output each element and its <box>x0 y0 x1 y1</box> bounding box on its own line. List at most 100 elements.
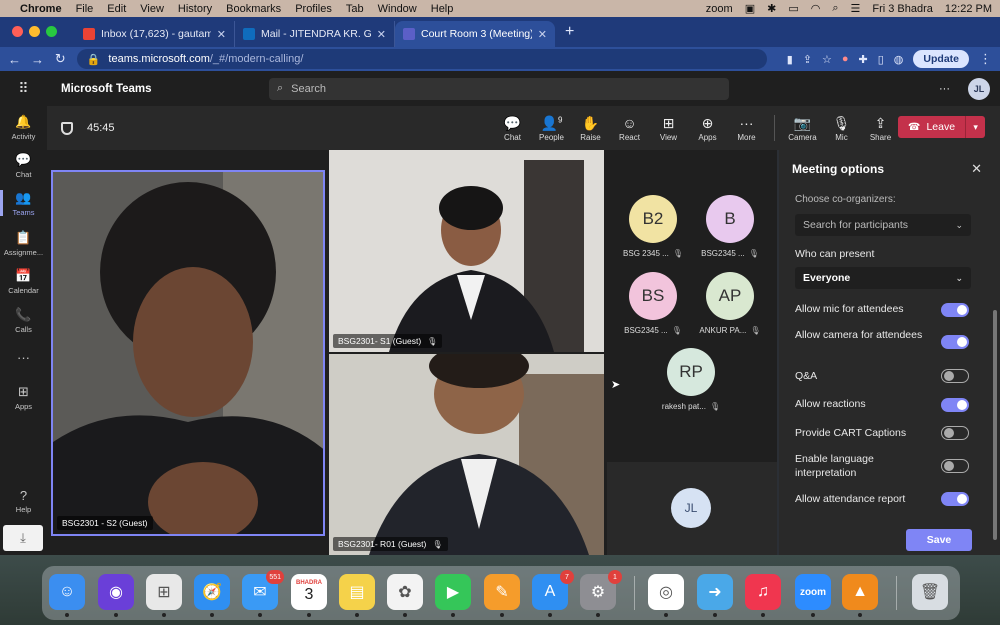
mic-button[interactable]: 🎙 Mic <box>822 115 861 142</box>
more-button[interactable]: ··· More <box>727 115 766 142</box>
video-tile-s1[interactable]: BSG2301- S1 (Guest) 🎙 <box>329 150 604 352</box>
participant-rp[interactable]: RP rakesh pat... 🎙 <box>656 348 726 411</box>
menu-app-name[interactable]: Chrome <box>20 3 62 15</box>
tab-gmail[interactable]: Inbox (17,623) - gautam.jitendr ✕ <box>75 21 235 47</box>
menu-edit[interactable]: Edit <box>107 3 126 15</box>
leave-button[interactable]: ☎ Leave <box>898 116 966 138</box>
close-icon[interactable]: ✕ <box>971 161 982 177</box>
zoom-status[interactable]: zoom <box>706 3 733 15</box>
react-button[interactable]: ☺ React <box>610 115 649 142</box>
system-preferences-icon[interactable]: ⚙ 1 <box>580 570 622 617</box>
back-icon[interactable]: ← <box>8 52 21 67</box>
share-page-icon[interactable]: ⇪ <box>803 53 812 66</box>
people-button[interactable]: 👤9 People <box>532 115 571 142</box>
search-input[interactable]: ⌕ Search <box>269 77 729 100</box>
menu-view[interactable]: View <box>140 3 164 15</box>
menu-file[interactable]: File <box>76 3 94 15</box>
zoom-icon[interactable]: zoom <box>795 574 831 617</box>
menu-help[interactable]: Help <box>431 3 454 15</box>
close-window-icon[interactable] <box>12 26 23 37</box>
rail-activity[interactable]: 🔔 Activity <box>0 114 47 141</box>
menu-tab[interactable]: Tab <box>346 3 364 15</box>
video-tile-s2[interactable]: BSG2301 - S2 (Guest) <box>51 170 325 536</box>
bookmark-star-icon[interactable]: ☆ <box>822 53 832 66</box>
panel-scrollbar[interactable] <box>993 310 997 540</box>
reload-icon[interactable]: ↻ <box>54 51 67 67</box>
menu-window[interactable]: Window <box>378 3 417 15</box>
participant-b[interactable]: B BSG2345 ... 🎙 <box>695 195 765 258</box>
rail-calls[interactable]: 📞 Calls <box>0 307 47 334</box>
profile-icon[interactable]: ◍ <box>894 53 904 66</box>
pages-icon[interactable]: ✎ <box>484 574 520 617</box>
save-button[interactable]: Save <box>906 529 972 551</box>
toggle-language-interpretation[interactable] <box>941 459 969 473</box>
adblock-icon[interactable]: ● <box>842 53 849 65</box>
menu-date[interactable]: Fri 3 Bhadra <box>872 3 933 15</box>
toggle-allow-reactions[interactable] <box>941 398 969 412</box>
shield-icon[interactable] <box>61 121 73 135</box>
participants-search-dropdown[interactable]: Search for participants ⌄ <box>795 214 971 236</box>
toggle-allow-camera[interactable] <box>941 335 969 349</box>
update-button[interactable]: Update <box>913 50 969 68</box>
toggle-allow-mic[interactable] <box>941 303 969 317</box>
mail-icon[interactable]: ✉ 551 <box>242 570 284 617</box>
more-options-icon[interactable]: ··· <box>939 83 950 95</box>
rail-teams[interactable]: 👥 Teams <box>0 190 47 217</box>
camera-indicator-icon[interactable]: ▮ <box>787 53 793 66</box>
facetime-icon[interactable]: ▶ <box>435 574 471 617</box>
tab-teams-meeting[interactable]: Court Room 3 (Meeting) | Mi ✕ <box>395 21 555 47</box>
app-launcher-icon[interactable]: ⠿ <box>0 80 47 97</box>
rail-more[interactable]: ··· <box>0 350 47 367</box>
music-icon[interactable]: ♫ <box>745 574 781 617</box>
menu-history[interactable]: History <box>178 3 212 15</box>
self-preview[interactable]: JL <box>607 462 777 555</box>
forward-icon[interactable]: → <box>31 52 44 67</box>
vlc-icon[interactable]: ▲ <box>842 574 878 617</box>
menu-bookmarks[interactable]: Bookmarks <box>226 3 281 15</box>
view-button[interactable]: ⊞ View <box>649 115 688 142</box>
participant-b2[interactable]: B2 BSG 2345 ... 🎙 <box>618 195 688 258</box>
rail-calendar[interactable]: 📅 Calendar <box>0 268 47 295</box>
rail-assignments[interactable]: 📋 Assignme... <box>0 230 47 257</box>
search-icon[interactable]: ⌕ <box>832 2 838 15</box>
camera-button[interactable]: 📷 Camera <box>783 115 822 142</box>
calendar-icon[interactable]: BHADRA 3 <box>291 574 327 617</box>
participant-bs[interactable]: BS BSG2345 ... 🎙 <box>618 272 688 335</box>
who-can-present-dropdown[interactable]: Everyone ⌄ <box>795 267 971 289</box>
video-tile-r01[interactable]: BSG2301- R01 (Guest) 🎙 <box>329 354 604 555</box>
menu-profiles[interactable]: Profiles <box>295 3 332 15</box>
download-icon[interactable]: ⤓ <box>3 525 43 551</box>
siri-icon[interactable]: ◉ <box>98 574 134 617</box>
chrome-menu-icon[interactable]: ⋮ <box>979 51 992 67</box>
close-tab-icon[interactable]: ✕ <box>538 28 547 41</box>
rail-chat[interactable]: 💬 Chat <box>0 152 47 179</box>
share-button[interactable]: ⇪ Share <box>861 115 900 142</box>
lock-icon[interactable]: 🔒 <box>87 53 101 66</box>
close-tab-icon[interactable]: ✕ <box>217 28 226 41</box>
avatar[interactable]: JL <box>968 77 990 100</box>
zoom-window-icon[interactable] <box>46 26 57 37</box>
chat-button[interactable]: 💬 Chat <box>493 115 532 142</box>
apps-button[interactable]: ⊕ Apps <box>688 115 727 142</box>
url-field[interactable]: 🔒 teams.microsoft.com/_#/modern-calling/ <box>76 49 767 69</box>
control-center-icon[interactable]: ☰ <box>851 2 861 15</box>
launchpad-icon[interactable]: ⊞ <box>146 574 182 617</box>
app-store-icon[interactable]: A7 <box>532 570 574 617</box>
bluetooth-icon[interactable]: ✱ <box>767 2 776 15</box>
trash-icon[interactable]: 🗑 <box>912 574 948 610</box>
new-tab-icon[interactable]: + <box>565 23 574 41</box>
chevron-down-icon[interactable]: ▾ <box>965 116 986 138</box>
notes-icon[interactable]: ▤ <box>339 574 375 617</box>
rail-apps[interactable]: ⊞ Apps <box>0 384 47 411</box>
extensions-puzzle-icon[interactable]: ✚ <box>859 53 868 66</box>
sidepanel-icon[interactable]: ▯ <box>878 53 884 66</box>
rail-help[interactable]: ? Help <box>0 488 47 514</box>
minimize-window-icon[interactable] <box>29 26 40 37</box>
toggle-cart-captions[interactable] <box>941 426 969 440</box>
tab-outlook[interactable]: Mail - JITENDRA KR. GAUTAM - ✕ <box>235 21 395 47</box>
photos-icon[interactable]: ✿ <box>387 574 423 617</box>
chrome-icon[interactable]: ◎ <box>648 574 684 617</box>
wifi-icon[interactable]: ◠ <box>811 2 821 15</box>
safari-icon[interactable]: 🧭 <box>194 574 230 617</box>
toggle-qa[interactable] <box>941 369 969 383</box>
